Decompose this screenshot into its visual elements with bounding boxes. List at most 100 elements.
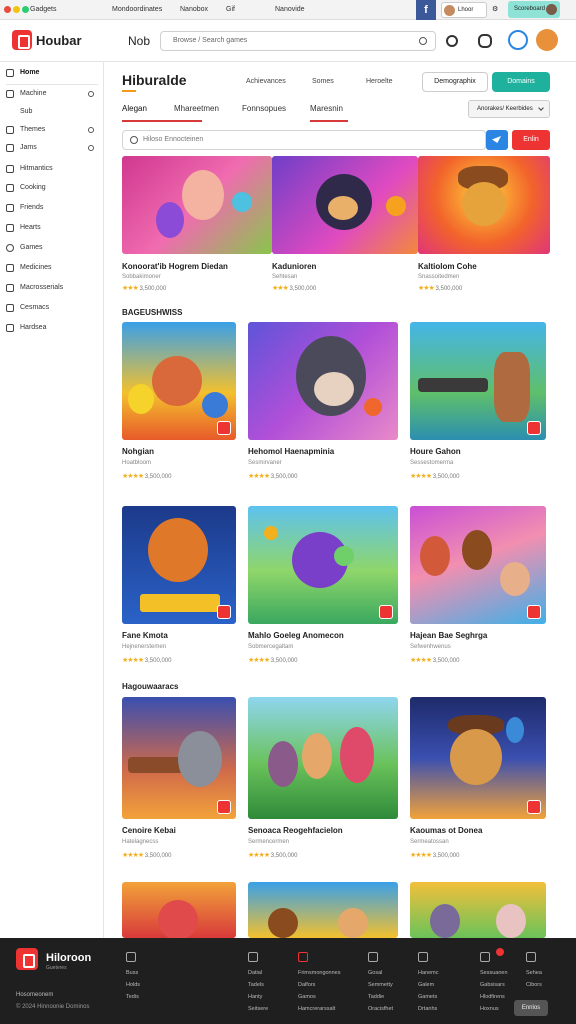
game-title[interactable]: Hajean Bae Seghrga [410,631,487,640]
tab-alegan[interactable]: Alegan [122,104,147,119]
game-thumbnail[interactable] [410,322,546,440]
search-input[interactable]: Browse / Search games [160,31,436,51]
search-icon[interactable] [419,37,427,45]
footer-link[interactable]: Datial [248,967,268,979]
game-title[interactable]: Cenoire Kebai [122,826,176,835]
footer-link[interactable]: Tadels [248,979,268,991]
sidebar-item-games[interactable]: Games [0,239,104,257]
nav-label[interactable]: Nob [128,34,150,48]
tab-fonnsopues[interactable]: Fonnsopues [242,104,286,119]
game-thumbnail[interactable] [410,882,546,938]
footer-link[interactable]: Sessuanen [480,967,508,979]
game-title[interactable]: Houre Gahon [410,447,461,456]
brand-name[interactable]: Houbar [36,33,82,48]
sort-dropdown[interactable]: Anorakes/ Keerbides [468,100,550,118]
sidebar-item-medicines[interactable]: Medicines [0,259,104,277]
footer-link[interactable]: Dalfors [298,979,341,991]
game-thumbnail[interactable] [122,156,272,254]
footer-link[interactable]: Semmetty [368,979,393,991]
footer-link[interactable]: Hamcrerarssalt [298,1003,341,1015]
scoreboard-pill[interactable]: Scoreboard [508,1,560,18]
browser-tab-2[interactable]: Mondoordinates [112,6,162,13]
game-thumbnail[interactable] [248,882,398,938]
sidebar-item-cooking[interactable]: Cooking [0,179,104,197]
logo-icon[interactable] [16,948,38,970]
footer-button[interactable]: Ennlos [514,1000,548,1016]
footer-link[interactable]: Sehea [526,967,542,979]
game-thumbnail[interactable] [122,697,236,819]
game-title[interactable]: Konoorat'ib Hogrem Diedan [122,262,228,271]
logo-icon[interactable] [12,30,32,50]
profile-icon[interactable] [508,30,528,50]
sidebar-item-sub[interactable]: Sub [0,103,104,121]
game-title[interactable]: Kadunioren [272,262,316,271]
game-title[interactable]: Nohgian [122,447,154,456]
sidebar-item-hitmantics[interactable]: Hitmantics [0,160,104,178]
user-chip[interactable]: Lhoor [441,2,487,18]
link-somes[interactable]: Somes [312,78,334,85]
search-icon[interactable] [446,35,458,47]
game-thumbnail[interactable] [122,882,236,938]
footer-link[interactable]: Oracisfhet [368,1003,393,1015]
radio-icon[interactable] [88,127,94,133]
game-thumbnail[interactable] [410,697,546,819]
footer-link[interactable]: Drtanhs [418,1003,438,1015]
radio-icon[interactable] [88,145,94,151]
game-title[interactable]: Kaoumas ot Donea [410,826,482,835]
link-achievances[interactable]: Achievances [246,78,286,85]
browser-tab-1[interactable]: Gadgets [30,6,56,13]
link-heroelte[interactable]: Heroelte [366,78,392,85]
game-thumbnail[interactable] [418,156,550,254]
footer-link[interactable]: Hanemc [418,967,438,979]
sidebar-item-hearts[interactable]: Hearts [0,219,104,237]
sidebar-item-hardsea[interactable]: Hardsea [0,319,104,337]
maximize-dot-icon[interactable] [22,6,29,13]
game-thumbnail[interactable] [248,322,398,440]
radio-icon[interactable] [88,91,94,97]
game-thumbnail[interactable] [122,506,236,624]
sidebar-item-macrosserials[interactable]: Macrosserials [0,279,104,297]
game-title[interactable]: Senoaca Reogehfacielon [248,826,343,835]
tab-mhareetmen[interactable]: Mhareetmen [174,104,219,119]
footer-link[interactable]: Tedis [126,991,140,1003]
browser-tab-4[interactable]: Gif [226,6,235,13]
footer-link[interactable]: Gamets [418,991,438,1003]
settings-icon[interactable]: ⚙ [492,5,498,13]
demographix-button[interactable]: Demographix [422,72,488,92]
footer-link[interactable]: Hoxnus [480,1003,508,1015]
tab-maresnin[interactable]: Maresnin [310,104,343,119]
footer-link[interactable]: Hanty [248,991,268,1003]
sidebar-item-machine[interactable]: Machine [0,85,104,103]
game-thumbnail[interactable] [248,506,398,624]
footer-link[interactable]: Gabsisars [480,979,508,991]
game-title[interactable]: Kaltiolom Cohe [418,262,477,271]
game-thumbnail[interactable] [122,322,236,440]
sidebar-item-friends[interactable]: Friends [0,199,104,217]
notification-icon[interactable] [478,34,492,48]
footer-link[interactable]: Hlodfirens [480,991,508,1003]
game-title[interactable]: Mahlo Goeleg Anomecon [248,631,344,640]
game-title[interactable]: Fane Kmota [122,631,168,640]
footer-link[interactable]: Galem [418,979,438,991]
game-thumbnail[interactable] [248,697,398,819]
avatar[interactable] [536,29,558,51]
footer-link[interactable]: Holds [126,979,140,991]
footer-link[interactable]: Cibors [526,979,542,991]
footer-link[interactable]: Taddie [368,991,393,1003]
share-button[interactable] [486,130,508,150]
window-controls[interactable] [4,6,29,13]
close-dot-icon[interactable] [4,6,11,13]
sidebar-item-jams[interactable]: Jams [0,139,104,157]
footer-link[interactable]: Gosal [368,967,393,979]
filter-input[interactable]: Hiloso Ennocteinen [122,130,486,150]
browser-tab-3[interactable]: Nanobox [180,6,208,13]
footer-link[interactable]: Seitsere [248,1003,268,1015]
footer-link[interactable]: Frimsmongonnes [298,967,341,979]
footer-brand[interactable]: Hiloroon [46,952,91,964]
footer-link[interactable]: Gamos [298,991,341,1003]
game-thumbnail[interactable] [410,506,546,624]
sidebar-item-themes[interactable]: Themes [0,121,104,139]
facebook-icon[interactable]: f [416,0,436,20]
filter-button[interactable]: Enlin [512,130,550,150]
domains-button[interactable]: Domains [492,72,550,92]
